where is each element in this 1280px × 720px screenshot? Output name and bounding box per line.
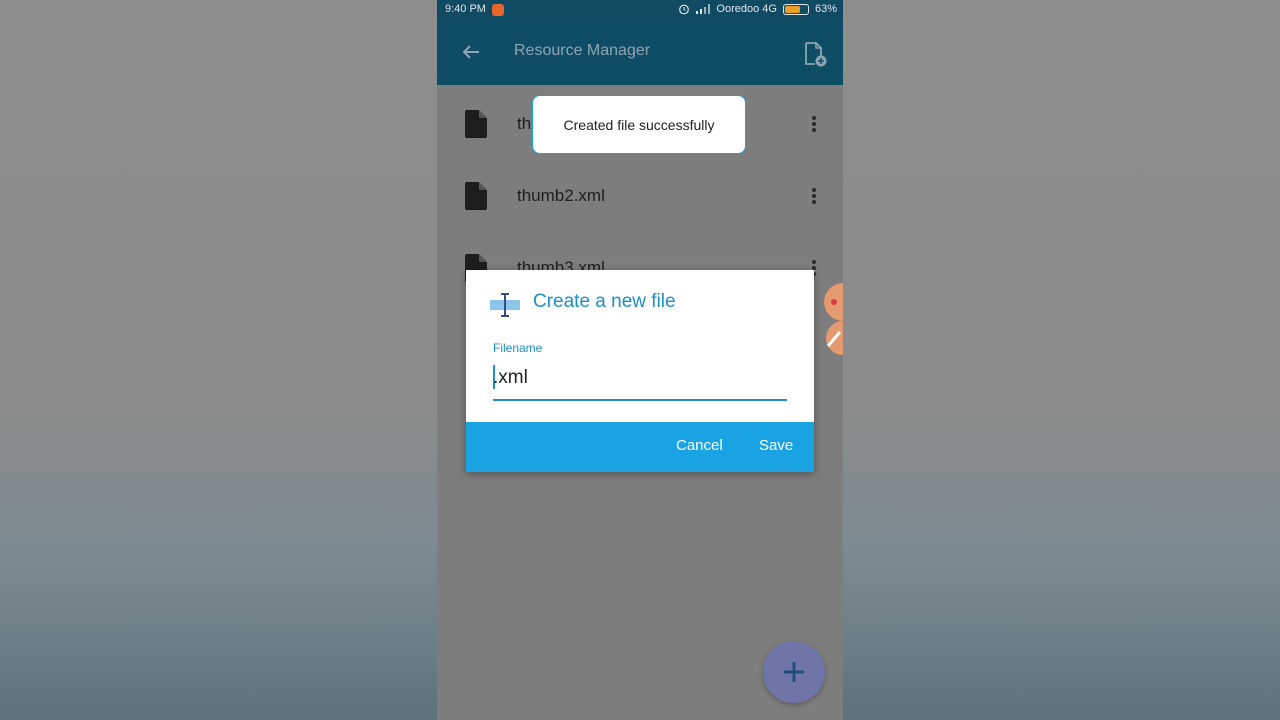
floating-widget[interactable]	[820, 280, 843, 356]
add-fab-button[interactable]	[763, 641, 825, 703]
dialog-title: Create a new file	[533, 291, 676, 312]
battery-icon	[782, 3, 809, 15]
status-right-group: Ooredoo 4G 63%	[678, 3, 837, 15]
app-bar: Resource Manager	[437, 20, 843, 85]
toast-text: Created file successfully	[563, 116, 715, 133]
text-cursor-icon	[490, 293, 520, 317]
status-bar: 9:40 PM Ooredoo 4G 63%	[437, 0, 843, 20]
file-row[interactable]: thumb2.xml	[437, 157, 843, 229]
plus-icon	[784, 662, 804, 682]
filename-label: Filename	[493, 341, 543, 355]
more-vert-icon[interactable]	[811, 187, 817, 205]
filename-value: .xml	[493, 367, 528, 388]
filename-input[interactable]: .xml	[493, 363, 787, 401]
notification-app-icon	[492, 4, 504, 16]
toast-message: Created file successfully	[532, 95, 746, 154]
cancel-button[interactable]: Cancel	[676, 437, 723, 454]
alarm-icon	[679, 4, 690, 15]
more-vert-icon[interactable]	[811, 115, 817, 133]
create-file-dialog: Create a new file Filename .xml Cancel S…	[466, 270, 814, 472]
back-arrow-icon[interactable]	[459, 40, 483, 64]
file-icon	[465, 110, 487, 138]
status-time: 9:40 PM	[445, 3, 486, 15]
file-name: thumb2.xml	[517, 186, 605, 205]
signal-icon	[696, 4, 711, 14]
background-right	[843, 0, 1280, 720]
carrier-label: Ooredoo 4G	[716, 3, 777, 15]
app-title: Resource Manager	[514, 42, 651, 59]
file-icon	[465, 182, 487, 210]
background-left	[0, 0, 437, 720]
save-button[interactable]: Save	[759, 437, 793, 454]
dialog-actions: Cancel Save	[466, 422, 814, 472]
battery-percent: 63%	[814, 3, 837, 15]
new-file-icon[interactable]	[801, 40, 829, 68]
